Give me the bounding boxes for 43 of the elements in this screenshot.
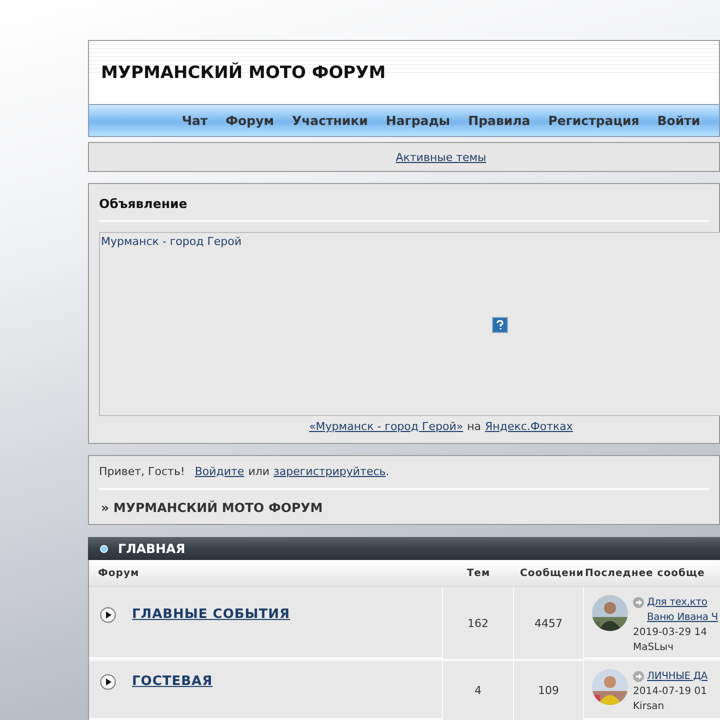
nav-link[interactable]: Чат <box>182 113 208 128</box>
register-link[interactable]: зарегистрируйтесь <box>274 465 386 478</box>
last-topic-link[interactable]: Для тех,кто Ваню Ивана Ч <box>647 595 718 625</box>
posts-count: 4457 <box>534 616 562 630</box>
topics-count: 162 <box>468 616 488 630</box>
column-header: Последнее сообще <box>584 560 720 587</box>
greeting-text: Привет, Гость! <box>99 465 185 478</box>
embed-title-link[interactable]: Мурманск - город Герой <box>101 235 242 248</box>
nav-link[interactable]: Награды <box>386 113 450 128</box>
category-title: ГЛАВНАЯ <box>118 541 186 556</box>
forum-link[interactable]: ГОСТЕВАЯ <box>132 674 213 689</box>
period-text: . <box>386 465 390 478</box>
posts-count: 109 <box>538 684 559 697</box>
nav-link[interactable]: Форум <box>226 113 274 128</box>
column-header: Форум <box>89 560 443 587</box>
column-header: Сообщени <box>514 560 584 587</box>
last-topic-link[interactable]: ЛИЧНЫЕ ДА <box>647 669 708 684</box>
nav-link[interactable]: Участники <box>292 113 368 128</box>
site-link[interactable]: Яндекс.Фотках <box>485 420 573 433</box>
arrow-icon <box>633 671 644 682</box>
bullet-icon <box>100 544 108 552</box>
play-icon <box>100 674 116 690</box>
album-link[interactable]: «Мурманск - город Герой» <box>309 420 464 433</box>
active-topics-link[interactable]: Активные темы <box>396 150 486 164</box>
login-link[interactable]: Войдите <box>194 465 244 478</box>
caption-text: на <box>467 420 482 433</box>
forum-link[interactable]: ГЛАВНЫЕ СОБЫТИЯ <box>132 607 290 622</box>
topics-count: 4 <box>474 684 482 697</box>
or-text: или <box>248 465 270 478</box>
arrow-icon <box>633 597 644 608</box>
nav-link[interactable]: Регистрация <box>548 113 640 128</box>
nav-link[interactable]: Войти <box>657 113 700 128</box>
nav-link[interactable]: Правила <box>468 113 530 128</box>
play-icon <box>100 607 116 623</box>
breadcrumb: » МУРМАНСКИЙ МОТО ФОРУМ <box>100 499 324 517</box>
missing-plugin-icon <box>492 317 508 333</box>
post-date: 2019-03-29 14 <box>633 626 708 640</box>
announcement-title: Объявление <box>99 184 709 222</box>
post-date: 2014-07-19 01 <box>633 685 708 699</box>
site-title: МУРМАНСКИЙ МОТО ФОРУМ <box>101 62 386 82</box>
post-author: Kirsan <box>633 700 666 714</box>
column-header: Тем <box>443 560 514 587</box>
post-author: MaSLыч <box>633 641 674 655</box>
